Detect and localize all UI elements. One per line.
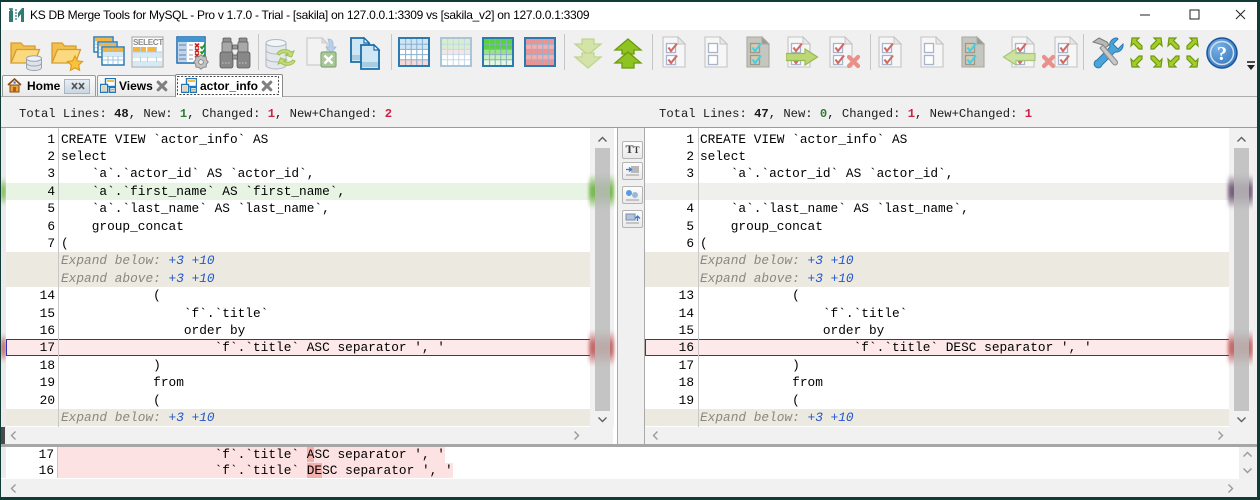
svg-text:SELECT: SELECT — [133, 38, 163, 47]
svg-text:?: ? — [1217, 43, 1227, 65]
